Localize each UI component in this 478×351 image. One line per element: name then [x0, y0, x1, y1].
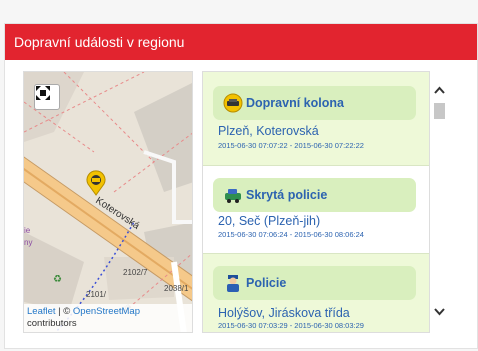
leaflet-link[interactable]: Leaflet [27, 306, 56, 317]
traffic-jam-icon [223, 93, 243, 113]
event-list[interactable]: Dopravní kolona Plzeň, Koterovská 2015-0… [202, 71, 430, 333]
scrollbar-thumb[interactable] [434, 103, 445, 119]
fullscreen-icon [36, 86, 50, 100]
map-attribution: Leaflet | © OpenStreetMap contributors [24, 304, 192, 332]
event-time: 2015-06-30 07:03:29 - 2015-06-30 08:03:2… [218, 321, 364, 330]
list-item[interactable]: Policie Holýšov, Jiráskova třída 2015-06… [203, 254, 429, 332]
event-time: 2015-06-30 07:06:24 - 2015-06-30 08:06:2… [218, 230, 364, 239]
chevron-down-icon[interactable] [433, 305, 446, 318]
street-name: Koterovská [93, 195, 141, 232]
event-header: Skrytá policie [213, 178, 416, 212]
list-item[interactable]: Dopravní kolona Plzeň, Koterovská 2015-0… [203, 72, 429, 166]
event-location[interactable]: 20, Seč (Plzeň-jih) [218, 214, 320, 228]
map-view[interactable]: Koterovská 2102/7 2101/ 2038/1 ova ie ny… [23, 71, 193, 333]
list-scrollbar[interactable] [430, 71, 449, 333]
event-title: Dopravní kolona [246, 96, 344, 110]
police-car-icon [225, 189, 241, 203]
event-location[interactable]: Plzeň, Koterovská [218, 124, 319, 138]
house-number: 2101/ [86, 290, 107, 299]
chevron-up-icon[interactable] [433, 84, 446, 97]
event-header: Policie [213, 266, 416, 300]
street-label: Koterovská [93, 195, 141, 232]
recycling-icon: ♻ [53, 274, 62, 285]
policeman-icon [227, 275, 239, 292]
attribution-contributors: contributors [27, 318, 77, 329]
list-item[interactable]: Skrytá policie 20, Seč (Plzeň-jih) 2015-… [203, 166, 429, 254]
event-time: 2015-06-30 07:07:22 - 2015-06-30 07:22:2… [218, 141, 364, 150]
panel-title: Dopravní události v regionu [5, 24, 477, 60]
attribution-separator: | © [55, 306, 73, 317]
fullscreen-button[interactable] [34, 84, 60, 110]
poi-label: ny [24, 238, 33, 247]
event-title: Policie [246, 276, 287, 290]
openstreetmap-link[interactable]: OpenStreetMap [73, 306, 140, 317]
event-title: Skrytá policie [246, 188, 328, 202]
house-number: 2102/7 [123, 268, 148, 277]
poi-label: ie [24, 226, 31, 235]
event-header: Dopravní kolona [213, 86, 416, 120]
event-location[interactable]: Holýšov, Jiráskova třída [218, 306, 350, 320]
house-number: 2038/1 [164, 284, 189, 293]
